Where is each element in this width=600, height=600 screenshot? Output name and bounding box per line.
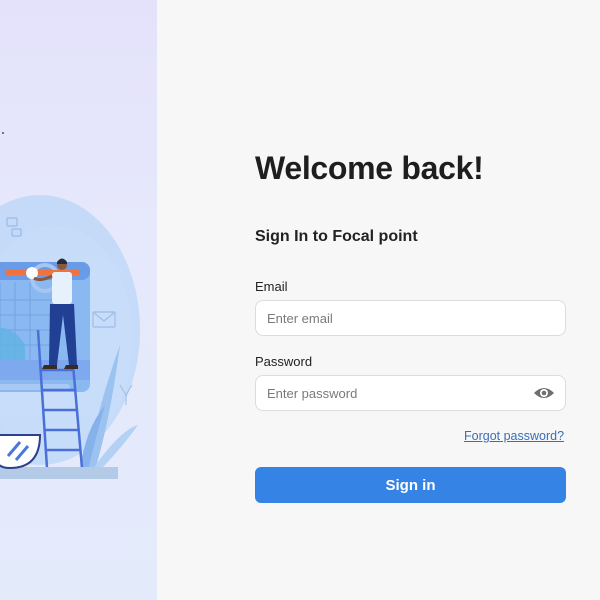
email-field[interactable] [255,300,566,336]
illustration-panel [0,0,157,600]
bar-knob [26,267,38,279]
floor-line [0,467,118,479]
person-on-ladder-illustration [0,132,140,479]
sign-in-button[interactable]: Sign in [255,467,566,503]
forgot-password-link[interactable]: Forgot password? [464,429,564,443]
password-input[interactable] [267,376,517,410]
email-label: Email [255,279,288,294]
password-field[interactable] [255,375,566,411]
password-label: Password [255,354,313,369]
eye-icon[interactable] [533,384,555,402]
login-page: Welcome back! Sign In to Focal point Ema… [0,0,600,600]
decor-dot [2,132,4,134]
login-form-panel: Welcome back! Sign In to Focal point Ema… [157,0,600,600]
email-input[interactable] [267,301,517,335]
page-title: Welcome back! [255,150,484,186]
form-subtitle: Sign In to Focal point [255,228,418,245]
